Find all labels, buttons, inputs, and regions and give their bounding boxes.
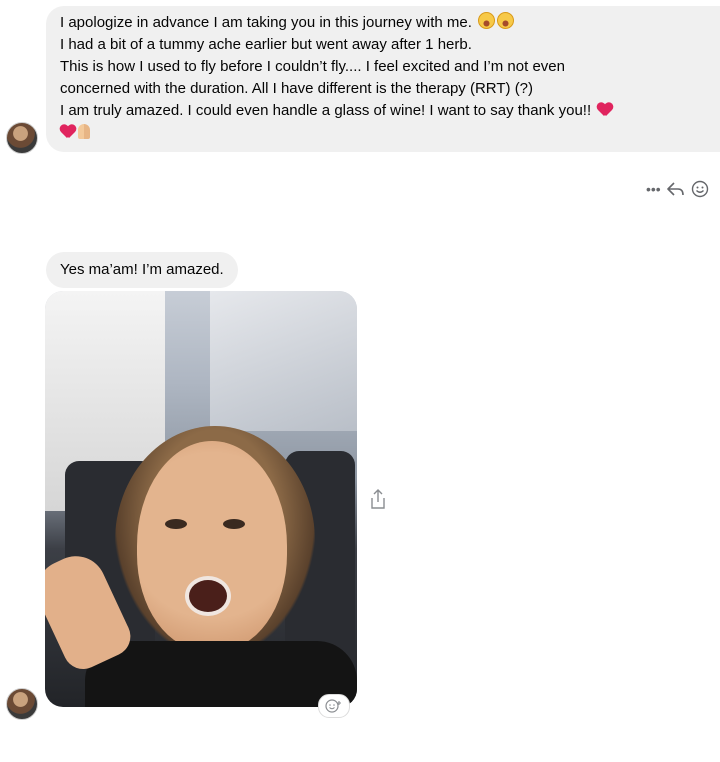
more-icon[interactable]: •••	[646, 180, 661, 198]
message-line: I am truly amazed. I could even handle a…	[60, 100, 720, 122]
message-line	[60, 122, 720, 144]
face	[137, 441, 287, 651]
cabin-ceiling	[210, 291, 357, 431]
share-icon[interactable]	[368, 488, 388, 510]
message-actions: •••	[646, 180, 709, 198]
mouth	[185, 576, 231, 616]
folded-hands-icon	[78, 124, 90, 139]
shirt	[85, 641, 357, 707]
message-line: I apologize in advance I am taking you i…	[60, 12, 720, 34]
sender-avatar[interactable]	[6, 688, 38, 720]
message-line: This is how I used to fly before I could…	[60, 58, 565, 75]
laughing-emoji-icon	[478, 12, 496, 29]
sparkling-heart-icon	[60, 125, 76, 139]
red-heart-icon	[597, 103, 613, 117]
message-text: Yes ma’am! I’m amazed.	[60, 261, 224, 278]
message-line: concerned with the duration. All I have …	[60, 80, 534, 97]
reply-icon[interactable]	[666, 181, 685, 197]
message-bubble[interactable]: Yes ma’am! I’m amazed.	[46, 252, 238, 288]
add-reaction-button[interactable]	[318, 694, 350, 718]
selfie-photo[interactable]	[45, 291, 357, 707]
message-bubble[interactable]: I apologize in advance I am taking you i…	[46, 6, 720, 152]
eye	[223, 519, 245, 529]
laughing-emoji-icon	[497, 12, 515, 29]
message-line: I had a bit of a tummy ache earlier but …	[60, 36, 472, 53]
eye	[165, 519, 187, 529]
smiley-plus-icon	[325, 699, 341, 713]
react-icon[interactable]	[691, 180, 709, 198]
sender-avatar[interactable]	[6, 122, 38, 154]
